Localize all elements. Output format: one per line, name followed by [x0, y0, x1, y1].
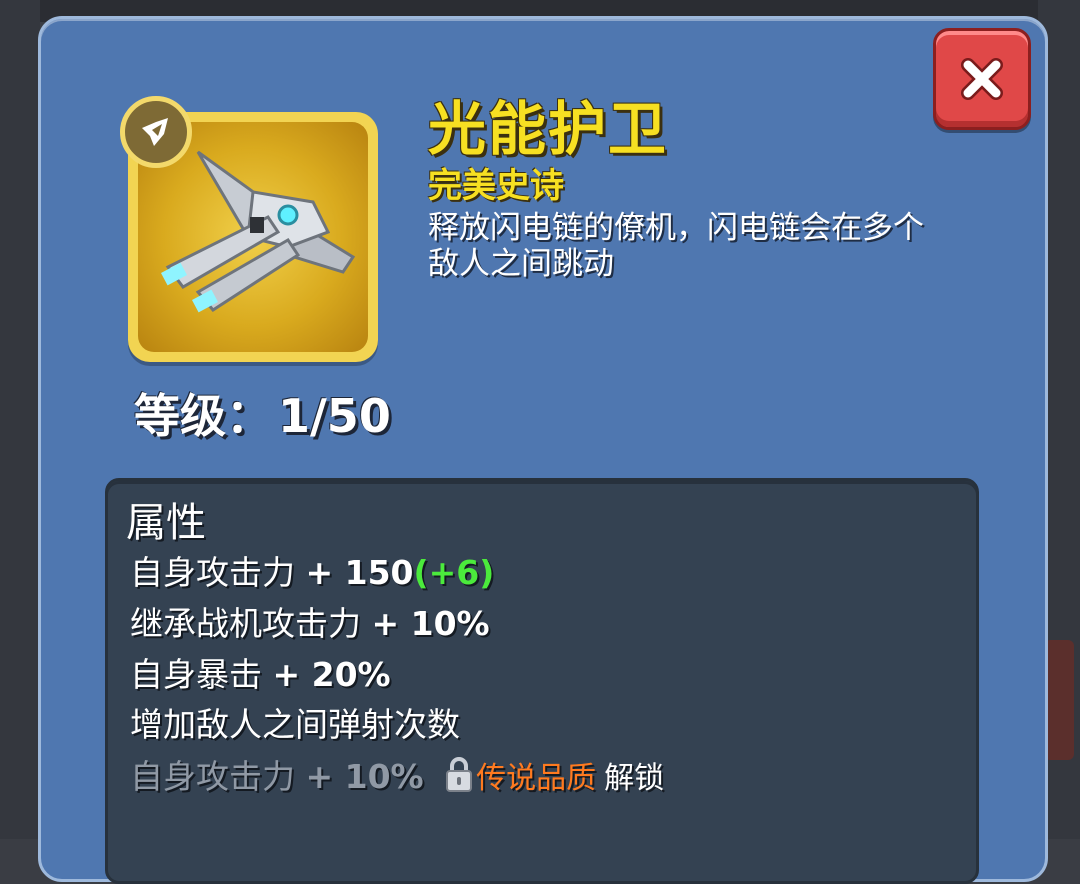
background-left	[0, 0, 40, 839]
attribute-row: 继承战机攻击力 + 10%	[130, 597, 490, 645]
attribute-label: 自身攻击力	[130, 757, 295, 796]
attribute-row: 增加敌人之间弹射次数	[130, 698, 460, 746]
attributes-heading: 属性	[126, 500, 206, 546]
attribute-row: 自身暴击 + 20%	[130, 648, 391, 696]
attribute-value: + 10%	[305, 757, 424, 796]
close-button[interactable]	[933, 28, 1031, 130]
wingman-type-icon	[142, 118, 168, 146]
attribute-row: 自身攻击力 + 150(+6)	[130, 546, 494, 594]
item-type-badge	[120, 96, 192, 168]
quality-requirement: 传说品质	[476, 761, 597, 796]
lock-icon	[446, 757, 473, 792]
level-label: 等级：	[134, 389, 272, 443]
attribute-value: + 20%	[272, 655, 391, 694]
item-description: 释放闪电链的僚机，闪电链会在多个敌人之间跳动	[428, 210, 924, 282]
item-name: 光能护卫	[428, 95, 669, 163]
locked-attribute-row: 自身攻击力 + 10% 传说品质 解锁	[130, 750, 664, 798]
attribute-value: + 10%	[371, 604, 490, 643]
item-rarity: 完美史诗	[428, 166, 564, 206]
unlock-text: 解锁	[604, 761, 665, 796]
attribute-value: + 150	[305, 553, 414, 592]
attribute-label: 继承战机攻击力	[130, 604, 361, 643]
attribute-label: 自身攻击力	[130, 553, 295, 592]
background-accent	[1044, 640, 1074, 760]
item-level: 等级： 1/50	[134, 380, 391, 446]
attribute-label: 自身暴击	[130, 655, 262, 694]
attribute-bonus: (+6)	[413, 553, 495, 592]
attribute-label: 增加敌人之间弹射次数	[130, 705, 460, 744]
close-icon	[961, 58, 1003, 100]
level-value: 1/50	[278, 389, 391, 443]
